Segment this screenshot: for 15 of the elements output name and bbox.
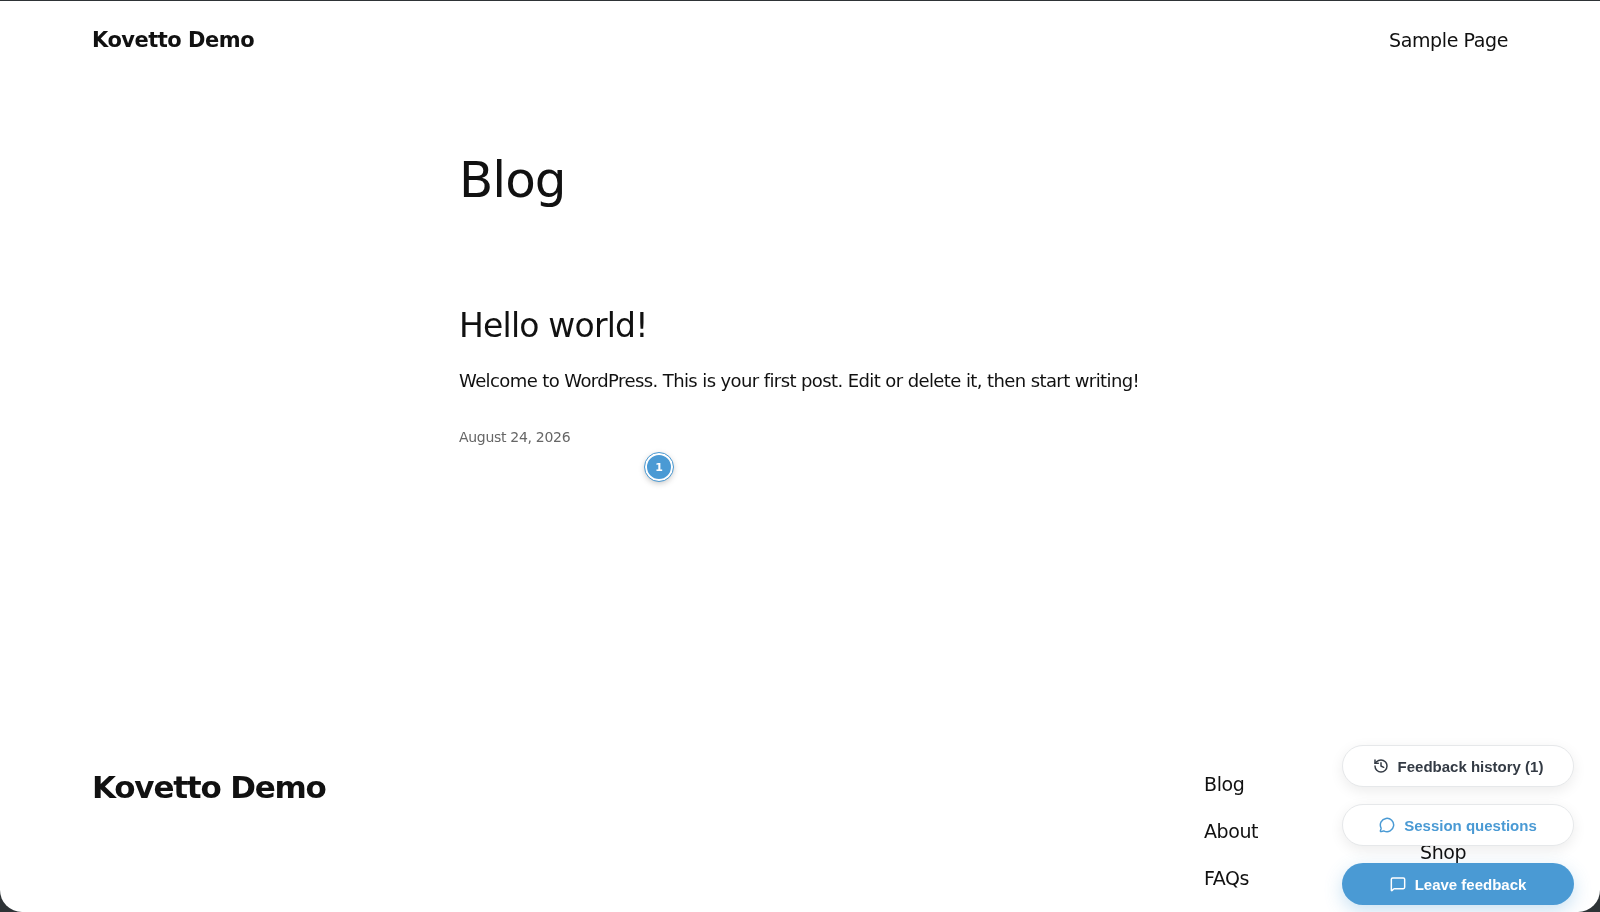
- page-title: Blog: [459, 155, 567, 205]
- footer-link[interactable]: Shop: [1420, 843, 1467, 862]
- feedback-button[interactable]: Feedback history (1): [1342, 745, 1574, 787]
- post-excerpt: Welcome to WordPress. This is your first post. Edit or delete it, then start writing!: [459, 370, 1141, 391]
- footer-link[interactable]: About: [1204, 822, 1259, 841]
- chat-bubble-icon: [1379, 817, 1396, 833]
- footer-link[interactable]: FAQs: [1204, 869, 1250, 888]
- history-icon: [1372, 758, 1389, 774]
- post-date: August 24, 2026: [459, 429, 572, 445]
- post-title[interactable]: Hello world!: [459, 309, 1600, 342]
- nav-link[interactable]: Sample Page: [1389, 29, 1508, 51]
- site-title[interactable]: Kovetto Demo: [92, 28, 255, 52]
- footer-link[interactable]: Blog: [1204, 775, 1245, 794]
- message-icon: [1389, 876, 1406, 892]
- footer-site-title[interactable]: Kovetto Demo: [92, 769, 326, 805]
